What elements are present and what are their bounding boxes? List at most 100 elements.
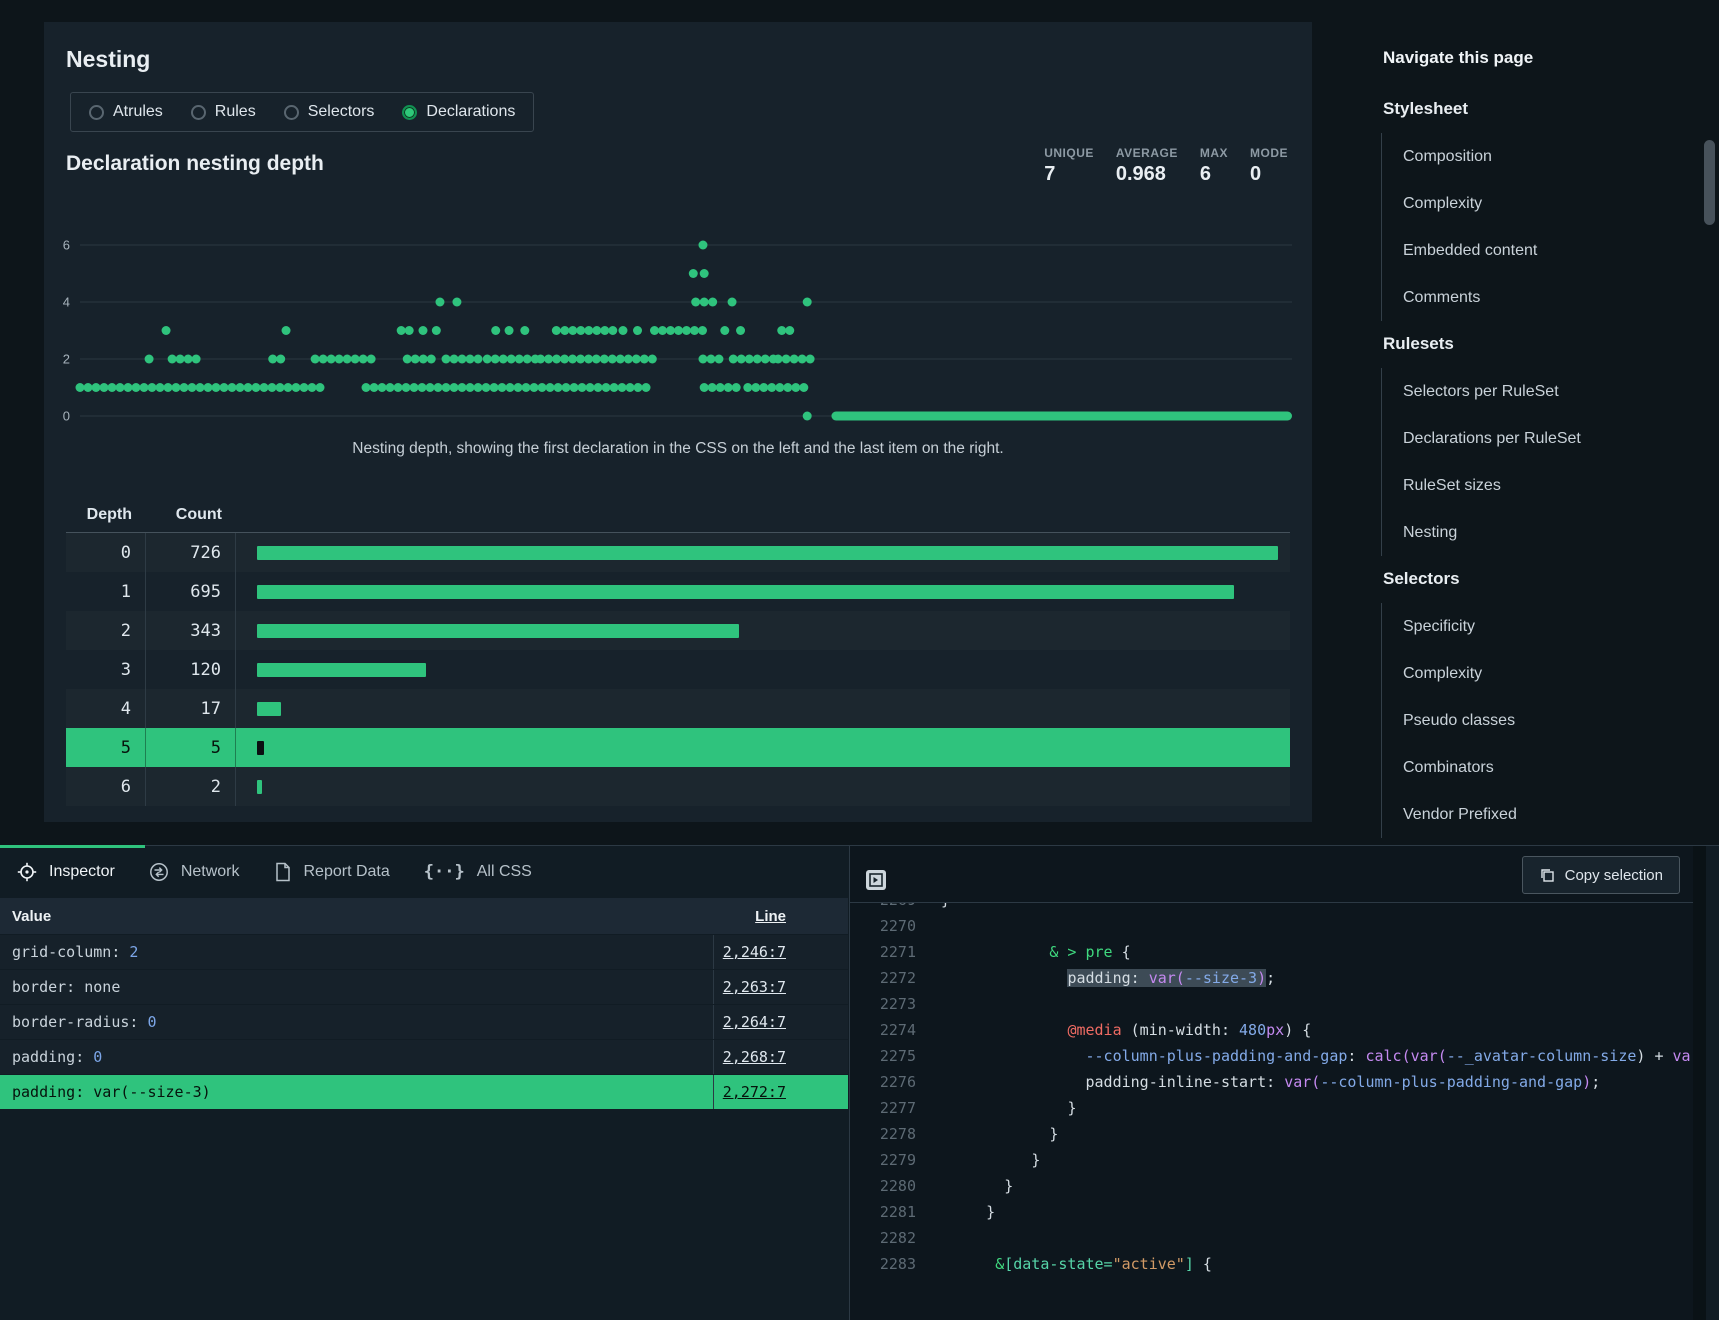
value-table-row[interactable]: border: none 2,263:7	[0, 970, 848, 1004]
count-value: 17	[146, 689, 236, 728]
depth-table-row[interactable]: 62	[66, 767, 1290, 806]
chart-dot	[474, 383, 483, 392]
depth-table-row[interactable]: 0726	[66, 533, 1290, 572]
nav-item-selectors-per-ruleset[interactable]: Selectors per RuleSet	[1403, 368, 1581, 415]
chart-dot	[367, 355, 376, 364]
tab-network[interactable]: Network	[132, 846, 257, 898]
chart-dot	[648, 355, 657, 364]
code-line: 2271 & > pre {	[850, 939, 1706, 965]
chart-dot	[691, 298, 700, 307]
count-value: 2	[146, 767, 236, 806]
line-link[interactable]: 2,264:7	[723, 1013, 786, 1031]
chart-dot	[184, 355, 193, 364]
depth-table-row[interactable]: 417	[66, 689, 1290, 728]
depth-table-row[interactable]: 1695	[66, 572, 1290, 611]
nav-item-ruleset-sizes[interactable]: RuleSet sizes	[1403, 462, 1581, 509]
chart-dot	[682, 326, 691, 335]
value-table-row[interactable]: padding: var(--size-3)2,272:7	[0, 1075, 848, 1109]
depth-table-row[interactable]: 3120	[66, 650, 1290, 689]
code-viewport[interactable]: 2269}22702271 & > pre {2272 padding: var…	[850, 903, 1706, 1320]
nav-item-declarations-per-ruleset[interactable]: Declarations per RuleSet	[1403, 415, 1581, 462]
value-table-row[interactable]: padding: 02,268:7	[0, 1040, 848, 1074]
code-line: 2272 padding: var(--size-3);	[850, 965, 1706, 991]
chart-dot	[260, 383, 269, 392]
chart-dot	[633, 326, 642, 335]
chart-dot	[626, 383, 635, 392]
chart-dot	[426, 383, 435, 392]
chart-dot	[720, 326, 729, 335]
chart-dot	[610, 383, 619, 392]
nav-item-specificity[interactable]: Specificity	[1403, 603, 1517, 650]
depth-table-row[interactable]: 55	[66, 728, 1290, 767]
count-bar	[257, 780, 262, 794]
declaration-text: grid-column: 2	[0, 943, 713, 961]
count-bar	[257, 663, 426, 677]
chart-dot	[600, 355, 609, 364]
copy-selection-button[interactable]: Copy selection	[1522, 856, 1680, 894]
code-scrollbar-track[interactable]	[1693, 846, 1706, 1320]
nav-item-composition[interactable]: Composition	[1403, 133, 1537, 180]
chart-dot	[785, 326, 794, 335]
chart-dot	[592, 355, 601, 364]
nav-item-pseudo-classes[interactable]: Pseudo classes	[1403, 697, 1517, 744]
chart-dot	[192, 355, 201, 364]
tab-inspector[interactable]: Inspector	[0, 846, 132, 898]
nav-item-comments[interactable]: Comments	[1403, 274, 1537, 321]
chart-dot	[666, 326, 675, 335]
radio-circle-icon	[284, 105, 299, 120]
radio-label: Atrules	[113, 103, 163, 121]
depth-value: 5	[66, 728, 146, 767]
depth-table-row[interactable]: 2343	[66, 611, 1290, 650]
chart-dot	[554, 383, 563, 392]
chart-dot	[632, 355, 641, 364]
chart-dot	[483, 355, 492, 364]
panel-tabs: Inspector Network Report Data {··}	[0, 846, 549, 898]
line-number: 2279	[850, 1147, 916, 1173]
nav-item-complexity[interactable]: Complexity	[1403, 180, 1537, 227]
chart-dot	[736, 326, 745, 335]
radio-declarations[interactable]: Declarations	[402, 103, 515, 121]
nav-item-embedded-content[interactable]: Embedded content	[1403, 227, 1537, 274]
y-axis-tick-label: 6	[63, 238, 70, 253]
line-link[interactable]: 2,246:7	[723, 943, 786, 961]
nav-item-combinators[interactable]: Combinators	[1403, 744, 1517, 791]
nav-item-nesting[interactable]: Nesting	[1403, 509, 1581, 556]
chart-dot	[732, 383, 741, 392]
chart-dot	[562, 383, 571, 392]
line-link[interactable]: 2,272:7	[723, 1083, 786, 1101]
radio-atrules[interactable]: Atrules	[89, 103, 163, 121]
count-bar	[257, 585, 1234, 599]
tab-all-css[interactable]: {··} All CSS	[407, 846, 549, 898]
declaration-text: border: none	[0, 978, 713, 996]
nesting-card: Nesting Atrules Rules Selectors Declarat…	[44, 22, 1312, 822]
chart-dot	[76, 383, 85, 392]
chart-dot	[188, 383, 197, 392]
depth-value: 1	[66, 572, 146, 611]
line-column-header[interactable]: Line	[713, 908, 848, 925]
sidebar-toggle-icon[interactable]	[866, 870, 886, 890]
line-link[interactable]: 2,263:7	[723, 978, 786, 996]
curly-braces-icon: {··}	[424, 862, 465, 882]
nav-title: Navigate this page	[1383, 48, 1533, 68]
tab-report-data[interactable]: Report Data	[257, 846, 407, 898]
chart-dot	[568, 326, 577, 335]
chart-dot	[156, 383, 165, 392]
depth-value: 6	[66, 767, 146, 806]
value-table-row[interactable]: grid-column: 2 2,246:7	[0, 935, 848, 969]
radio-selectors[interactable]: Selectors	[284, 103, 375, 121]
nav-item-selector-complexity[interactable]: Complexity	[1403, 650, 1517, 697]
report-data-file-icon	[274, 862, 292, 882]
chart-dot	[378, 383, 387, 392]
page-scrollbar-thumb[interactable]	[1704, 140, 1715, 225]
line-number: 2269	[850, 903, 916, 913]
nav-item-vendor-prefixed[interactable]: Vendor Prefixed	[1403, 791, 1517, 838]
count-value: 343	[146, 611, 236, 650]
chart-dot	[442, 383, 451, 392]
radio-label: Declarations	[426, 103, 515, 121]
value-table-row[interactable]: border-radius: 02,264:7	[0, 1005, 848, 1039]
radio-rules[interactable]: Rules	[191, 103, 256, 121]
chart-dot	[434, 383, 443, 392]
chart-dot	[491, 355, 500, 364]
line-link[interactable]: 2,268:7	[723, 1048, 786, 1066]
code-line: 2274 @media (min-width: 480px) {	[850, 1017, 1706, 1043]
